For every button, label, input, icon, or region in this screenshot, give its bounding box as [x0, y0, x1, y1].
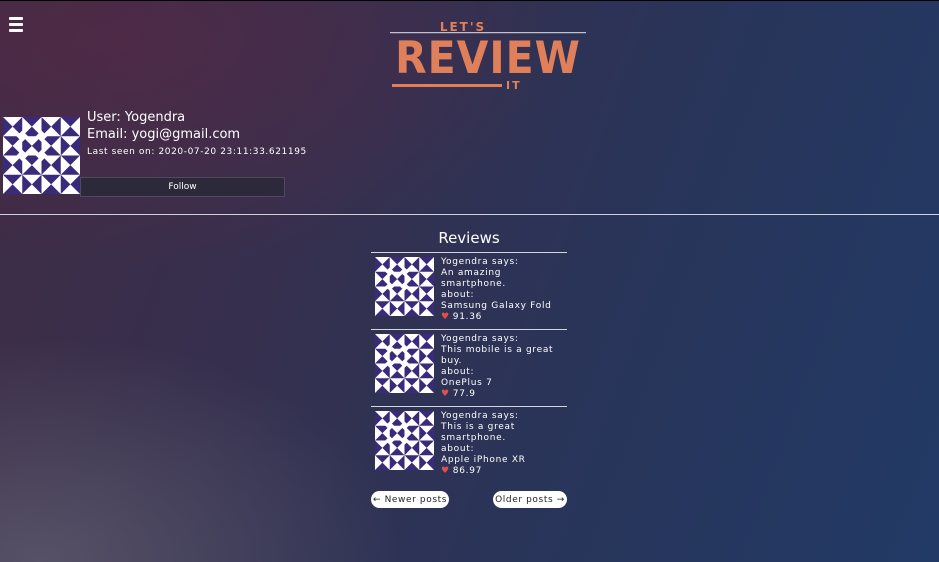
- site-logo[interactable]: LET'S REVIEW IT: [390, 20, 586, 96]
- last-seen-timestamp: Last seen on: 2020-07-20 23:11:33.621195: [87, 147, 307, 157]
- review-author: Yogendra says:: [441, 411, 519, 421]
- review-body: An amazing smartphone.: [441, 268, 506, 289]
- top-border: [0, 0, 939, 1]
- review-author: Yogendra says:: [441, 334, 519, 344]
- hamburger-menu-icon[interactable]: [9, 17, 23, 32]
- user-name: User: Yogendra: [87, 110, 186, 125]
- newer-posts-button[interactable]: ← Newer posts: [371, 491, 449, 508]
- review-score: ♥ 86.97: [441, 466, 565, 477]
- review-score-value: 91.36: [452, 312, 483, 322]
- follow-button[interactable]: Follow: [80, 177, 285, 197]
- review-product[interactable]: Apple iPhone XR: [441, 455, 565, 466]
- review-product[interactable]: Samsung Galaxy Fold: [441, 301, 565, 312]
- review-avatar: [375, 334, 434, 393]
- review-body: This mobile is a great buy.: [441, 345, 554, 366]
- review-score-value: 77.9: [452, 389, 476, 399]
- logo-bottom-text: IT: [506, 79, 522, 92]
- review-product[interactable]: OnePlus 7: [441, 378, 565, 389]
- heart-icon: ♥: [441, 312, 450, 322]
- review-about-label: about:: [441, 367, 475, 377]
- review-text-block: Yogendra says: This mobile is a great bu…: [441, 334, 565, 400]
- review-item: Yogendra says: An amazing smartphone. ab…: [371, 252, 567, 329]
- review-avatar: [375, 411, 434, 470]
- review-about-label: about:: [441, 290, 475, 300]
- review-score: ♥ 91.36: [441, 312, 565, 323]
- review-text-block: Yogendra says: An amazing smartphone. ab…: [441, 257, 565, 323]
- user-avatar: [3, 117, 80, 194]
- user-email: Email: yogi@gmail.com: [87, 127, 241, 142]
- logo-main-text: REVIEW: [390, 32, 586, 83]
- heart-icon: ♥: [441, 389, 450, 399]
- older-posts-button[interactable]: Older posts →: [493, 491, 567, 508]
- review-body: This is a great smartphone.: [441, 422, 515, 443]
- review-item: Yogendra says: This mobile is a great bu…: [371, 329, 567, 406]
- logo-underline: [392, 84, 502, 87]
- review-score-value: 86.97: [452, 466, 483, 476]
- reviews-heading: Reviews: [438, 229, 500, 247]
- review-author: Yogendra says:: [441, 257, 519, 267]
- review-text-block: Yogendra says: This is a great smartphon…: [441, 411, 565, 477]
- heart-icon: ♥: [441, 466, 450, 476]
- review-avatar: [375, 257, 434, 316]
- review-about-label: about:: [441, 444, 475, 454]
- review-item: Yogendra says: This is a great smartphon…: [371, 406, 567, 486]
- review-score: ♥ 77.9: [441, 389, 565, 400]
- section-divider: [0, 214, 939, 215]
